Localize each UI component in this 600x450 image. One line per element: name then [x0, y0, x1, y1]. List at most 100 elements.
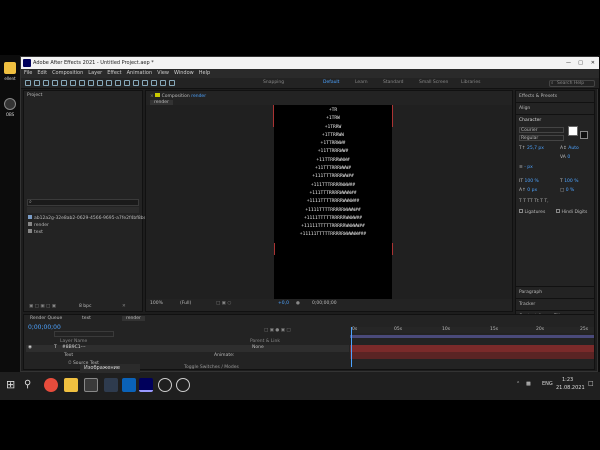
- tray-chevron-icon[interactable]: ⌃: [516, 381, 520, 387]
- file-explorer-icon[interactable]: [64, 378, 78, 392]
- text-style-buttons[interactable]: T T TT Tt T T,: [519, 199, 549, 204]
- network-icon[interactable]: ▩: [526, 381, 531, 387]
- vertical-scale-field[interactable]: IT 100 %: [519, 179, 539, 184]
- search-icon[interactable]: ⚲: [24, 378, 38, 392]
- image-viewer-icon[interactable]: [84, 378, 98, 392]
- brush-tool-icon[interactable]: [133, 80, 139, 86]
- search-help-input[interactable]: ⌕ Search Help: [549, 80, 595, 87]
- ligatures-checkbox[interactable]: Ligatures: [519, 209, 545, 215]
- type-tool-icon[interactable]: [124, 80, 130, 86]
- font-size-field[interactable]: T↑ 25,7 px: [519, 146, 544, 151]
- layer-row[interactable]: ◉ T #8B9C1--- None: [26, 345, 349, 352]
- app-icon[interactable]: [176, 378, 190, 392]
- workspace-small-screen[interactable]: Small Screen: [419, 80, 448, 85]
- puppet-tool-icon[interactable]: [169, 80, 175, 86]
- timeline-switch-icons[interactable]: □ ▣ ● ▣ □: [264, 328, 291, 333]
- menu-edit[interactable]: Edit: [37, 69, 47, 78]
- panel-character[interactable]: Character: [519, 118, 541, 123]
- playhead[interactable]: [351, 327, 352, 367]
- tab-text[interactable]: text: [82, 316, 91, 321]
- clock-time[interactable]: 1:23: [562, 377, 573, 383]
- hindi-digits-checkbox[interactable]: Hindi Digits: [556, 209, 587, 215]
- project-item-png[interactable]: ab12a2g-32e8ab2-0629-4566-9695-a7fe2f4bf…: [28, 215, 156, 221]
- work-area-bar[interactable]: [350, 335, 594, 338]
- timeline-timecode[interactable]: 0;00;00;00: [28, 324, 61, 331]
- eye-icon[interactable]: ◉: [28, 345, 32, 350]
- close-icon[interactable]: ✕: [591, 57, 595, 69]
- menu-file[interactable]: File: [24, 69, 32, 78]
- composition-tab[interactable]: × Composition render: [150, 93, 206, 99]
- zoom-dropdown[interactable]: 100%: [150, 301, 163, 306]
- workspace-standard[interactable]: Standard: [383, 80, 403, 85]
- hand-tool-icon[interactable]: [43, 80, 49, 86]
- panel-paragraph[interactable]: Paragraph: [519, 290, 542, 295]
- menu-layer[interactable]: Layer: [88, 69, 102, 78]
- clock-date[interactable]: 21.08.2021: [556, 385, 585, 391]
- home-tool-icon[interactable]: [25, 80, 31, 86]
- notification-icon[interactable]: □: [588, 380, 594, 387]
- chrome-icon[interactable]: [44, 378, 58, 392]
- close-tab-icon[interactable]: ×: [150, 94, 154, 99]
- tab-render-queue[interactable]: Render Queue: [30, 316, 62, 321]
- fill-color-swatch[interactable]: [568, 126, 578, 136]
- bpc-label[interactable]: 8 bpc: [79, 304, 91, 309]
- pen-tool-icon[interactable]: [115, 80, 121, 86]
- windows-start-icon[interactable]: ⊞: [6, 378, 20, 392]
- stroke-color-swatch[interactable]: [580, 131, 588, 139]
- horizontal-scale-field[interactable]: T 100 %: [560, 179, 578, 184]
- panel-tracker[interactable]: Tracker: [519, 302, 535, 307]
- composition-viewer[interactable]: +TR +1TRW +1TRRW +1TTRRWW +1TTRRWW# +11TTRRRW…: [146, 105, 512, 299]
- workspace-default[interactable]: Default: [323, 80, 339, 85]
- stopwatch-icon[interactable]: ⏱: [68, 361, 72, 366]
- tsume-field[interactable]: □ 0 %: [560, 188, 574, 193]
- menu-animation[interactable]: Animation: [127, 69, 153, 78]
- tracking-field[interactable]: VA 0: [560, 155, 570, 160]
- snapshot-icon[interactable]: ●: [296, 301, 300, 306]
- snapping-toggle[interactable]: Snapping: [263, 80, 284, 85]
- zoom-tool-icon[interactable]: [52, 80, 58, 86]
- time-ruler[interactable]: 0s 05s 10s 15s 20s 25s: [350, 327, 594, 333]
- project-search-input[interactable]: ⌕: [27, 199, 139, 206]
- obs-icon[interactable]: [4, 98, 16, 110]
- clone-tool-icon[interactable]: [142, 80, 148, 86]
- menu-window[interactable]: Window: [174, 69, 194, 78]
- after-effects-taskbar-icon[interactable]: [139, 378, 153, 392]
- panel-effects-presets[interactable]: Effects & Presets: [519, 94, 557, 99]
- menu-composition[interactable]: Composition: [52, 69, 83, 78]
- project-tab[interactable]: Project: [27, 93, 42, 98]
- selection-tool-icon[interactable]: [34, 80, 40, 86]
- baseline-shift-field[interactable]: A↑ 0 px: [519, 188, 537, 193]
- parent-dropdown[interactable]: None: [252, 345, 264, 350]
- language-indicator[interactable]: ENG: [542, 381, 553, 387]
- animate-menu[interactable]: Animate:: [214, 353, 234, 358]
- folder-icon[interactable]: [4, 62, 16, 74]
- view-options-icons[interactable]: □ ▣ ○: [216, 301, 231, 306]
- project-item-text[interactable]: text: [28, 229, 43, 235]
- eraser-tool-icon[interactable]: [151, 80, 157, 86]
- rectangle-tool-icon[interactable]: [106, 80, 112, 86]
- comp-timecode[interactable]: 0;00;00;00: [312, 301, 337, 306]
- workspace-libraries[interactable]: Libraries: [461, 80, 480, 85]
- roto-tool-icon[interactable]: [160, 80, 166, 86]
- workspace-learn[interactable]: Learn: [355, 80, 368, 85]
- trash-icon[interactable]: ✕: [122, 304, 126, 309]
- toggle-switches-modes[interactable]: Toggle Switches / Modes: [184, 365, 239, 370]
- project-item-render[interactable]: render: [28, 222, 49, 228]
- menu-help[interactable]: Help: [199, 69, 210, 78]
- vscode-icon[interactable]: [122, 378, 136, 392]
- dolly-tool-icon[interactable]: [79, 80, 85, 86]
- resolution-dropdown[interactable]: (Full): [180, 301, 191, 306]
- panel-align[interactable]: Align: [519, 106, 530, 111]
- font-family-select[interactable]: Courier: [519, 127, 564, 133]
- layer-duration-bar[interactable]: [350, 345, 594, 352]
- exposure-value[interactable]: +0,0: [278, 301, 289, 306]
- anchor-tool-icon[interactable]: [97, 80, 103, 86]
- stroke-width-field[interactable]: ≡ - px: [519, 165, 533, 170]
- tab-render[interactable]: render: [122, 316, 145, 321]
- minimize-icon[interactable]: —: [566, 57, 571, 69]
- rotate-tool-icon[interactable]: [88, 80, 94, 86]
- timeline-search-input[interactable]: [54, 331, 114, 337]
- menu-view[interactable]: View: [157, 69, 169, 78]
- font-style-select[interactable]: Regular: [519, 135, 564, 141]
- clock-app-icon[interactable]: [158, 378, 172, 392]
